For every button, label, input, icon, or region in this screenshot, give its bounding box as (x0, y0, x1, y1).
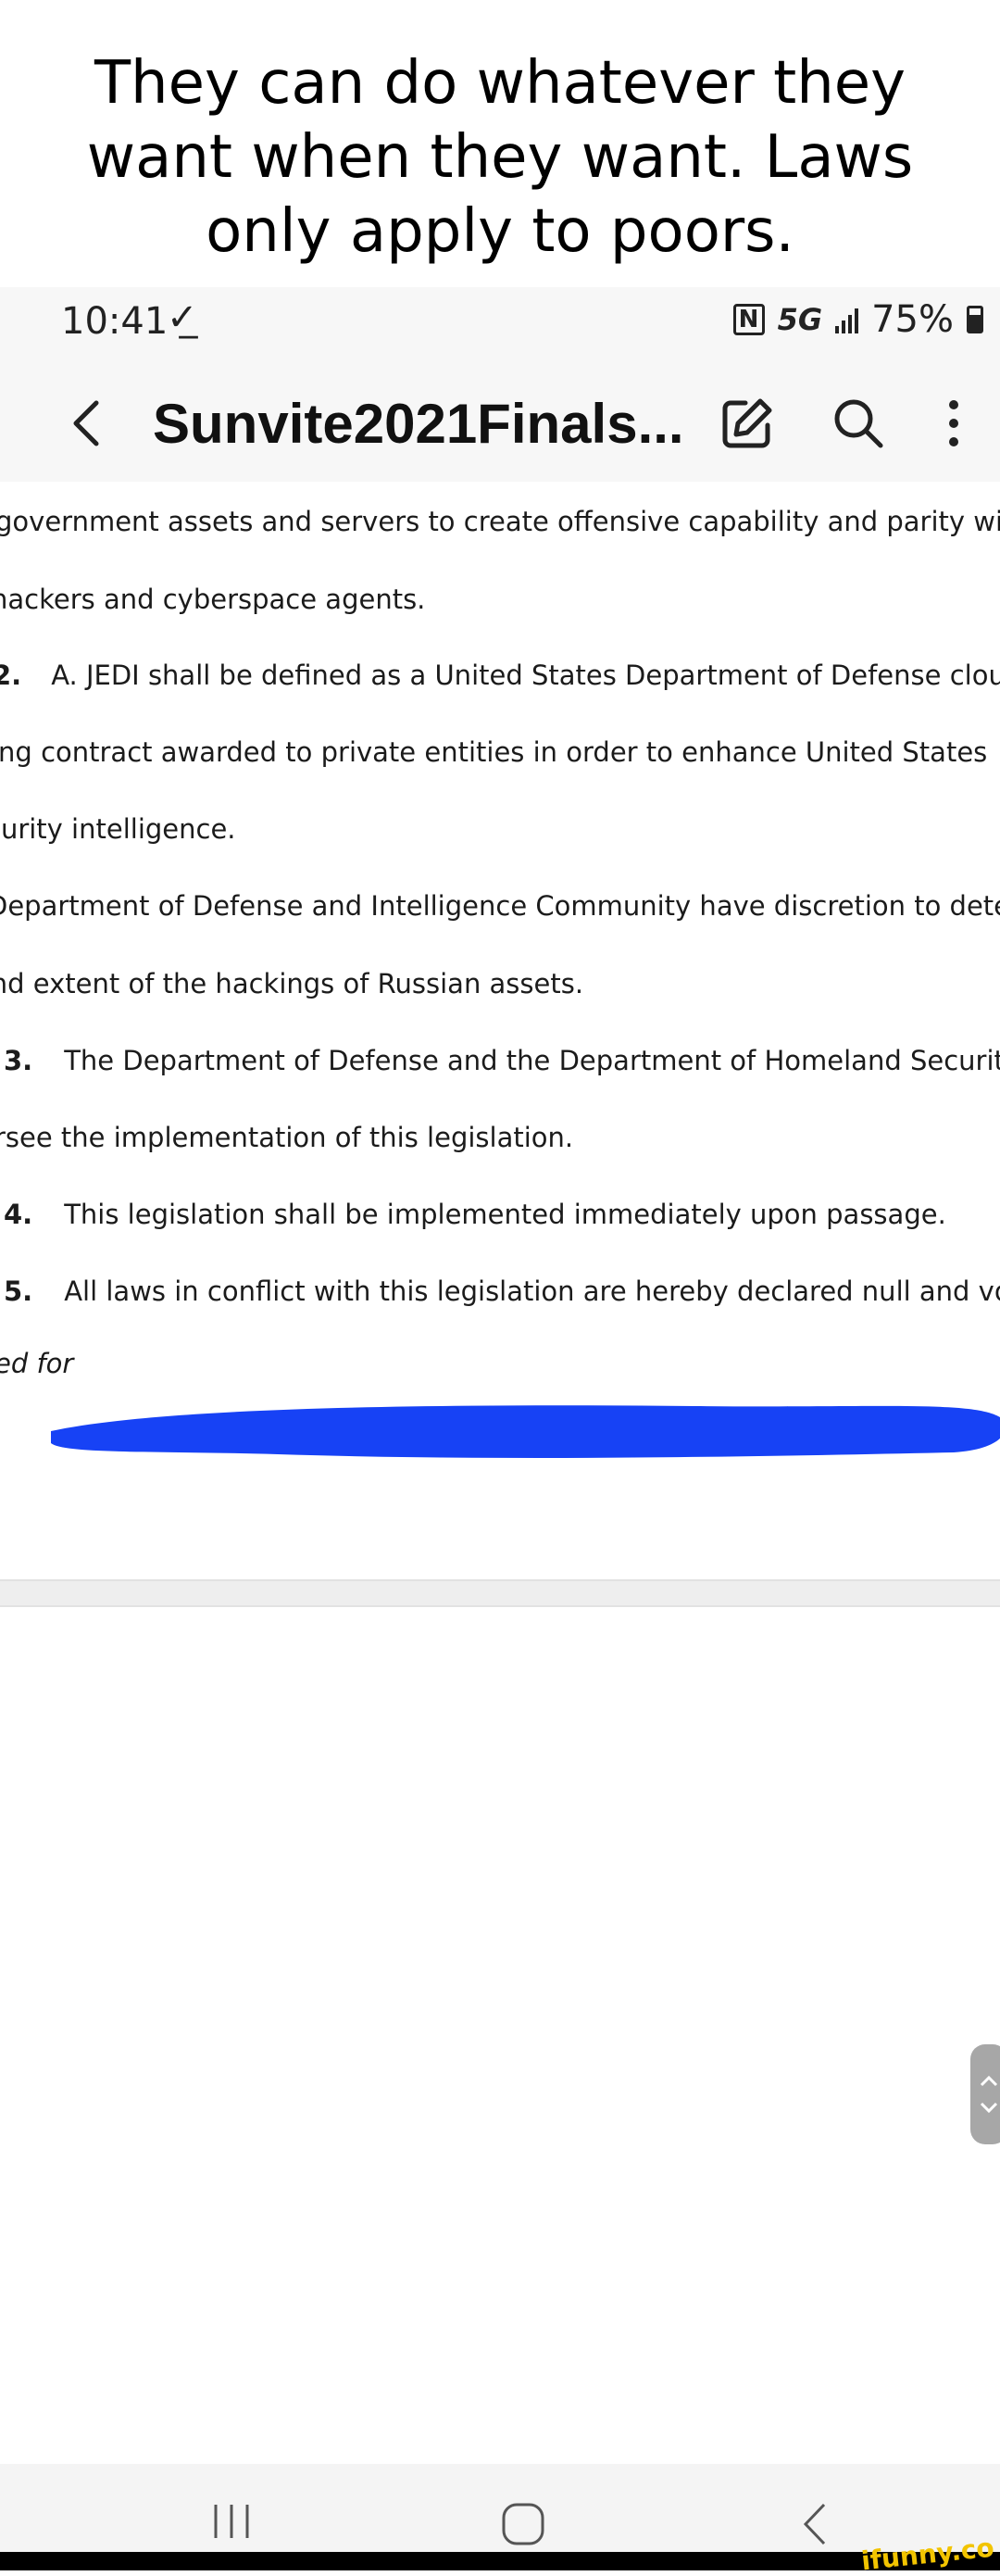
document-line: 4. This legislation shall be implemented … (4, 1199, 946, 1230)
page-scroll-handle[interactable] (970, 2044, 1000, 2144)
more-options-icon[interactable] (935, 394, 972, 453)
redacted-line-fragment: ed for (0, 1348, 74, 1379)
meme-caption: They can do whatever they want when they… (86, 49, 914, 266)
document-line: Department of Defense and Intelligence C… (0, 890, 1000, 922)
signal-icon (835, 306, 859, 333)
document-line: rsee the implementation of this legislat… (0, 1122, 574, 1153)
edit-icon[interactable] (718, 394, 777, 453)
watermark-bar (0, 2552, 1000, 2570)
phone-screen: 10:41 ✓̲ N 5G 75% Sunvite2021Finals... g… (0, 287, 1000, 2570)
document-viewer[interactable]: government assets and servers to create … (0, 482, 1000, 1584)
back-icon[interactable] (61, 396, 117, 451)
recent-apps-icon[interactable] (208, 2501, 255, 2542)
document-line: 5. All laws in conflict with this legisla… (4, 1275, 1000, 1307)
scroll-arrows-icon (980, 2075, 998, 2114)
document-line: 3. The Department of Defense and the Depa… (4, 1045, 1000, 1076)
redaction-scribble (51, 1405, 1000, 1458)
check-icon: ✓̲ (167, 296, 198, 339)
status-indicators: N 5G 75% (732, 298, 983, 341)
battery-percent: 75% (871, 298, 954, 341)
nfc-icon: N (732, 304, 765, 335)
status-time: 10:41 (61, 300, 169, 343)
home-icon[interactable] (500, 2501, 546, 2547)
document-line: government assets and servers to create … (0, 506, 1000, 537)
document-line: and extent of the hackings of Russian as… (0, 968, 584, 999)
document-line: 2. A. JEDI shall be defined as a United S… (0, 660, 1000, 691)
battery-icon (967, 306, 983, 333)
document-line: hackers and cyberspace agents. (0, 584, 426, 615)
status-bar: 10:41 ✓̲ N 5G 75% (0, 287, 1000, 366)
search-icon[interactable] (829, 394, 888, 453)
network-type: 5G (777, 302, 823, 337)
document-line: curity intelligence. (0, 813, 236, 845)
document-title: Sunvite2021Finals... (153, 393, 684, 455)
app-bar: Sunvite2021Finals... (0, 366, 1000, 484)
document-line: ing contract awarded to private entities… (0, 736, 988, 768)
system-back-icon[interactable] (796, 2501, 833, 2547)
page-divider (0, 1579, 1000, 1607)
